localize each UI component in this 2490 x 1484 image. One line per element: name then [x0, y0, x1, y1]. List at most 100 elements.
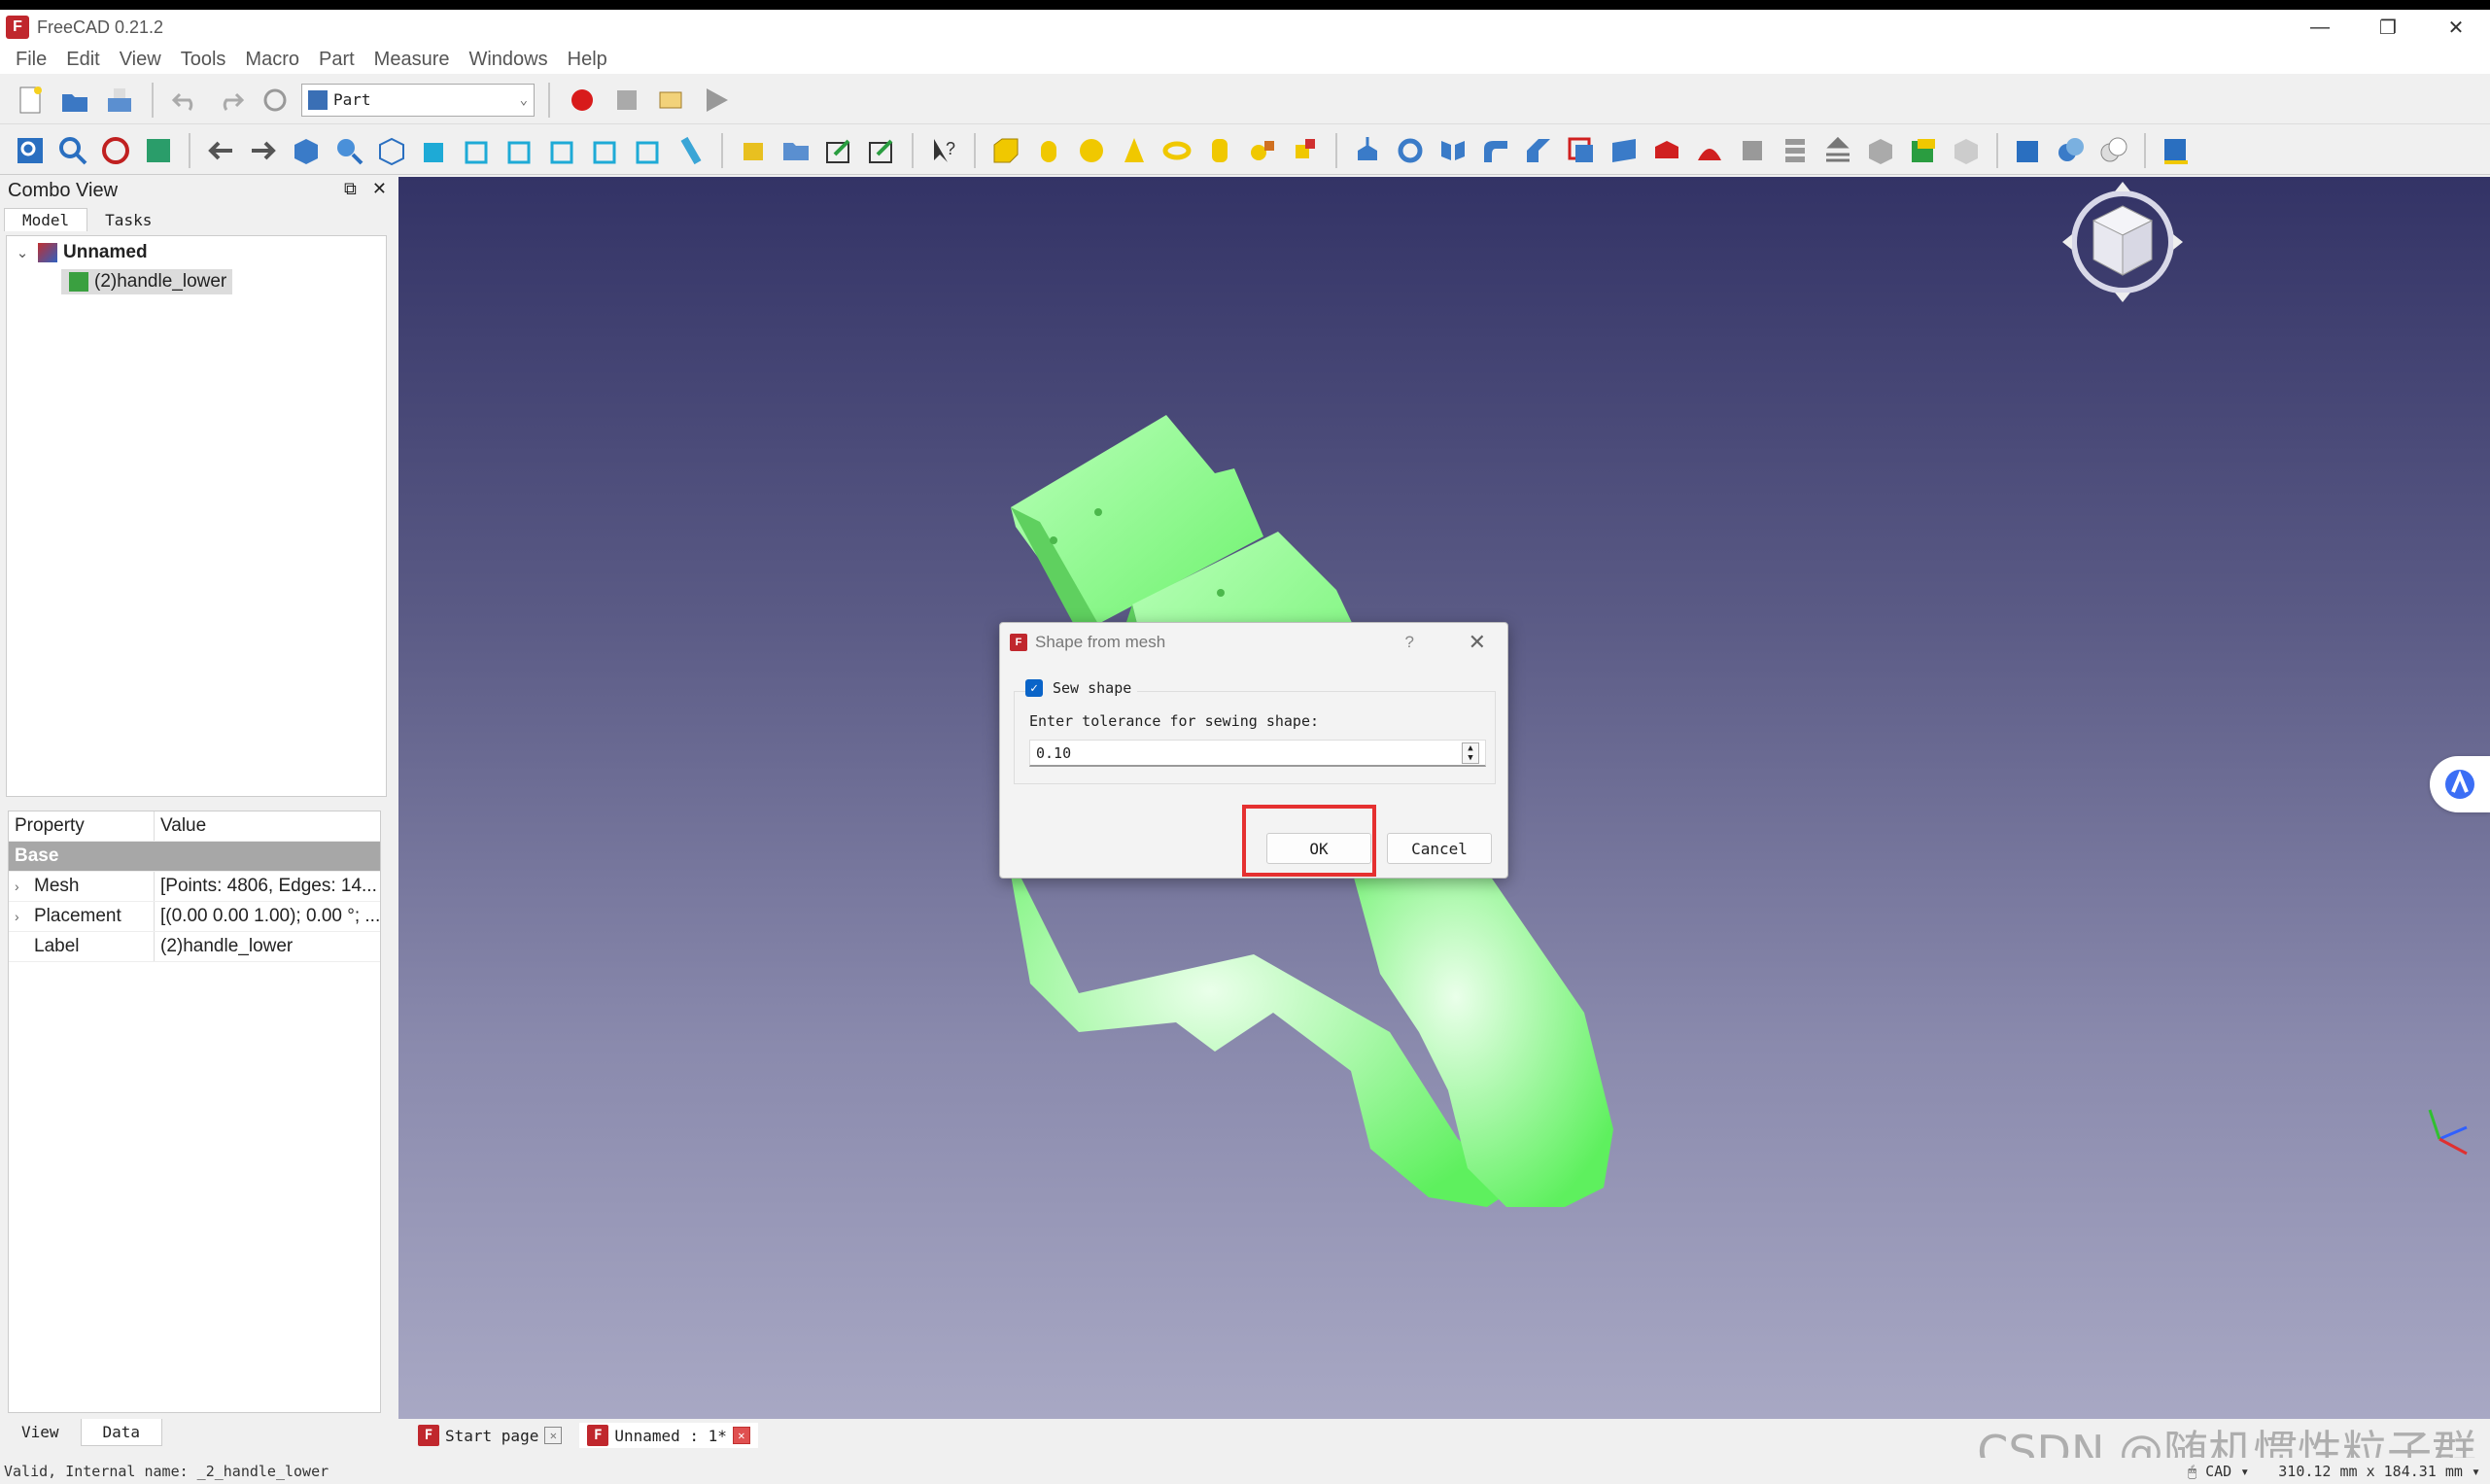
checkmark-icon[interactable]: ✓: [1025, 679, 1043, 697]
fillet-icon[interactable]: [1477, 132, 1514, 169]
menu-windows[interactable]: Windows: [459, 49, 557, 71]
bounding-box-icon[interactable]: [140, 132, 177, 169]
close-tab-icon[interactable]: ✕: [544, 1427, 563, 1444]
macro-record-button[interactable]: [564, 82, 601, 119]
menu-help[interactable]: Help: [558, 49, 617, 71]
offset-icon[interactable]: [1819, 132, 1856, 169]
draw-style-icon[interactable]: [97, 132, 134, 169]
tolerance-spinner[interactable]: ▲ ▼: [1462, 742, 1479, 764]
property-value[interactable]: (2)handle_lower: [155, 932, 380, 961]
menu-edit[interactable]: Edit: [56, 49, 109, 71]
tab-model[interactable]: Model: [4, 208, 88, 231]
tab-data[interactable]: Data: [80, 1419, 163, 1446]
cross-sections-icon[interactable]: [1777, 132, 1814, 169]
menu-view[interactable]: View: [110, 49, 171, 71]
loft-icon[interactable]: [1648, 132, 1685, 169]
fit-selection-icon[interactable]: [54, 132, 91, 169]
property-value[interactable]: [Points: 4806, Edges: 14...: [155, 872, 380, 901]
macro-run-button[interactable]: [698, 82, 735, 119]
rear-view-icon[interactable]: [544, 132, 581, 169]
menu-macro[interactable]: Macro: [235, 49, 309, 71]
section-icon[interactable]: [1734, 132, 1771, 169]
tolerance-input[interactable]: 0.10 ▲ ▼: [1029, 740, 1486, 767]
revolve-icon[interactable]: [1392, 132, 1429, 169]
bottom-view-icon[interactable]: [587, 132, 624, 169]
refresh-button[interactable]: [257, 82, 294, 119]
assistant-float-button[interactable]: [2430, 756, 2490, 812]
part-icon[interactable]: [735, 132, 772, 169]
group-icon[interactable]: [778, 132, 814, 169]
top-view-icon[interactable]: [459, 132, 496, 169]
make-face-icon[interactable]: [1563, 132, 1600, 169]
navigation-style-selector[interactable]: 🖱 CAD ▾: [2188, 1463, 2249, 1480]
whats-this-icon[interactable]: ?: [925, 132, 962, 169]
boolean-icon[interactable]: [2053, 132, 2090, 169]
workbench-selector[interactable]: Part ⌄: [301, 83, 535, 117]
cube-icon[interactable]: [987, 132, 1024, 169]
spin-up-icon[interactable]: ▲: [1468, 743, 1472, 753]
tree-object-row[interactable]: (2)handle_lower: [7, 267, 386, 296]
undock-icon[interactable]: ⧉: [344, 179, 357, 199]
cancel-button[interactable]: Cancel: [1387, 833, 1492, 864]
mirror-icon[interactable]: [1435, 132, 1471, 169]
torus-icon[interactable]: [1159, 132, 1195, 169]
macro-stop-button[interactable]: [608, 82, 645, 119]
tube-icon[interactable]: [1201, 132, 1238, 169]
cylinder-icon[interactable]: [1030, 132, 1067, 169]
property-row-mesh[interactable]: › Mesh [Points: 4806, Edges: 14...: [9, 872, 380, 902]
chevron-right-icon[interactable]: ›: [15, 909, 34, 924]
nav-cube[interactable]: [2062, 182, 2183, 302]
open-button[interactable]: [56, 82, 93, 119]
tab-view[interactable]: View: [0, 1419, 81, 1446]
std-views-icon[interactable]: [288, 132, 325, 169]
shape-builder-icon[interactable]: [1287, 132, 1324, 169]
sphere-icon[interactable]: [1073, 132, 1110, 169]
property-row-label[interactable]: Label (2)handle_lower: [9, 932, 380, 962]
zoom-icon[interactable]: [330, 132, 367, 169]
property-value[interactable]: [(0.00 0.00 1.00); 0.00 °; ...: [155, 902, 380, 931]
thickness-icon[interactable]: [1862, 132, 1899, 169]
property-group-base[interactable]: Base: [9, 842, 380, 872]
spin-down-icon[interactable]: ▼: [1468, 753, 1472, 763]
chevron-down-icon[interactable]: ⌄: [13, 244, 32, 261]
undo-button[interactable]: [167, 82, 204, 119]
tab-start-page[interactable]: F Start page ✕: [410, 1423, 570, 1448]
extrude-icon[interactable]: [1349, 132, 1386, 169]
cone-icon[interactable]: [1116, 132, 1153, 169]
measure-linear-icon[interactable]: [2158, 132, 2195, 169]
fit-all-icon[interactable]: [12, 132, 49, 169]
isometric-view-icon[interactable]: [373, 132, 410, 169]
left-view-icon[interactable]: [630, 132, 667, 169]
back-arrow-icon[interactable]: [202, 132, 239, 169]
dialog-close-icon[interactable]: ✕: [1469, 630, 1486, 655]
primitives-icon[interactable]: [1244, 132, 1281, 169]
property-row-placement[interactable]: › Placement [(0.00 0.00 1.00); 0.00 °; ..…: [9, 902, 380, 932]
sew-shape-checkbox[interactable]: ✓ Sew shape: [1025, 679, 1138, 697]
menu-measure[interactable]: Measure: [364, 49, 460, 71]
redo-button[interactable]: [212, 82, 249, 119]
link-actions-icon[interactable]: [863, 132, 900, 169]
minimize-button[interactable]: —: [2286, 10, 2354, 45]
help-button[interactable]: ?: [1405, 633, 1414, 652]
tab-unnamed-doc[interactable]: F Unnamed : 1* ✕: [579, 1423, 758, 1448]
close-button[interactable]: ✕: [2422, 10, 2490, 45]
menu-file[interactable]: File: [6, 49, 56, 71]
cut-icon[interactable]: [2095, 132, 2132, 169]
chevron-right-icon[interactable]: ›: [15, 879, 34, 894]
tab-tasks[interactable]: Tasks: [87, 209, 169, 231]
tree-document-row[interactable]: ⌄ Unnamed: [7, 238, 386, 267]
link-icon[interactable]: [820, 132, 857, 169]
color-per-face-icon[interactable]: [1948, 132, 1985, 169]
ruled-surface-icon[interactable]: [1606, 132, 1643, 169]
new-document-button[interactable]: [12, 82, 49, 119]
menu-part[interactable]: Part: [309, 49, 364, 71]
macro-edit-button[interactable]: [653, 82, 690, 119]
chamfer-icon[interactable]: [1520, 132, 1557, 169]
save-button[interactable]: [101, 82, 138, 119]
dimension-readout[interactable]: 310.12 mm x 184.31 mm ▾: [2278, 1463, 2480, 1480]
menu-tools[interactable]: Tools: [171, 49, 236, 71]
close-panel-icon[interactable]: ✕: [372, 179, 387, 199]
sweep-icon[interactable]: [1691, 132, 1728, 169]
front-view-icon[interactable]: [416, 132, 453, 169]
measure-icon[interactable]: [673, 132, 709, 169]
